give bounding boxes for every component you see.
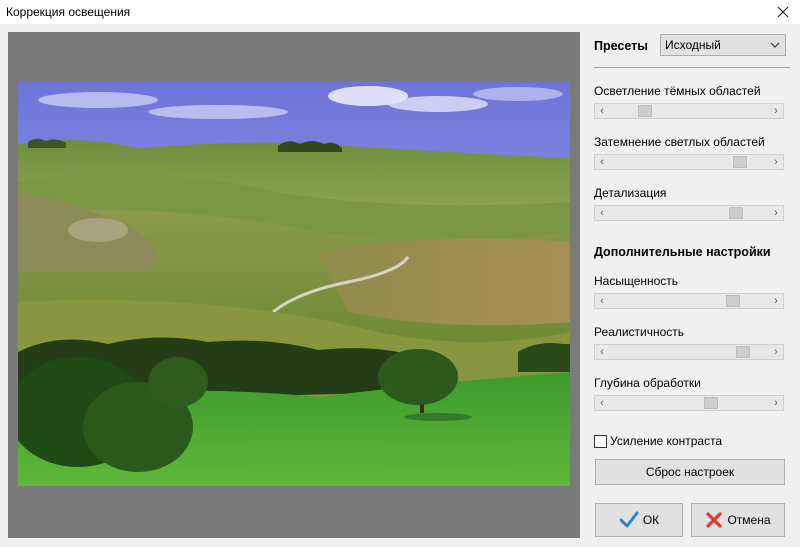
reset-settings-button[interactable]: Сброс настроек: [595, 459, 785, 485]
slider-depth[interactable]: ‹ ›: [594, 395, 784, 411]
contrast-checkbox[interactable]: [594, 434, 607, 448]
slider-thumb[interactable]: [638, 105, 652, 117]
scroll-right-icon[interactable]: ›: [769, 345, 783, 359]
slider-label-shadows: Осветление тёмных областей: [594, 84, 761, 98]
slider-thumb[interactable]: [729, 207, 743, 219]
slider-label-highlights: Затемнение светлых областей: [594, 135, 765, 149]
scroll-left-icon[interactable]: ‹: [595, 104, 609, 118]
scroll-left-icon[interactable]: ‹: [595, 155, 609, 169]
scroll-right-icon[interactable]: ›: [769, 206, 783, 220]
scroll-right-icon[interactable]: ›: [769, 396, 783, 410]
close-button[interactable]: [766, 0, 800, 24]
cancel-button[interactable]: Отмена: [691, 503, 785, 537]
slider-detail[interactable]: ‹ ›: [594, 205, 784, 221]
chevron-down-icon: [769, 38, 781, 52]
preset-selected-value: Исходный: [665, 38, 721, 52]
title-bar: Коррекция освещения: [0, 0, 800, 24]
window-title: Коррекция освещения: [6, 5, 131, 19]
slider-thumb[interactable]: [736, 346, 750, 358]
slider-saturation[interactable]: ‹ ›: [594, 293, 784, 309]
slider-label-depth: Глубина обработки: [594, 376, 701, 390]
preview-area: [8, 32, 580, 538]
cross-icon: [706, 512, 723, 528]
ok-button[interactable]: ОК: [595, 503, 683, 537]
contrast-checkbox-row[interactable]: Усиление контраста: [594, 434, 722, 448]
checkmark-icon: [619, 511, 639, 528]
scroll-left-icon[interactable]: ‹: [595, 396, 609, 410]
scroll-right-icon[interactable]: ›: [769, 155, 783, 169]
scroll-left-icon[interactable]: ‹: [595, 345, 609, 359]
scroll-left-icon[interactable]: ‹: [595, 206, 609, 220]
advanced-settings-title: Дополнительные настройки: [594, 245, 771, 259]
slider-thumb[interactable]: [704, 397, 718, 409]
slider-label-detail: Детализация: [594, 186, 667, 200]
divider: [594, 67, 790, 68]
reset-button-label: Сброс настроек: [645, 465, 735, 479]
settings-panel: Пресеты Исходный Осветление тёмных облас…: [594, 24, 790, 547]
close-icon: [777, 6, 789, 18]
dialog-body: Пресеты Исходный Осветление тёмных облас…: [0, 24, 800, 547]
contrast-checkbox-label: Усиление контраста: [610, 434, 723, 448]
scroll-right-icon[interactable]: ›: [769, 294, 783, 308]
slider-label-realism: Реалистичность: [594, 325, 685, 339]
presets-label: Пресеты: [594, 39, 648, 53]
preset-dropdown[interactable]: Исходный: [660, 34, 786, 56]
preview-photo: [18, 82, 570, 486]
slider-shadows[interactable]: ‹ ›: [594, 103, 784, 119]
ok-button-label: ОК: [642, 513, 660, 527]
scroll-left-icon[interactable]: ‹: [595, 294, 609, 308]
cancel-button-label: Отмена: [727, 513, 771, 527]
slider-realism[interactable]: ‹ ›: [594, 344, 784, 360]
slider-thumb[interactable]: [733, 156, 747, 168]
slider-label-saturation: Насыщенность: [594, 274, 679, 288]
slider-thumb[interactable]: [726, 295, 740, 307]
slider-highlights[interactable]: ‹ ›: [594, 154, 784, 170]
scroll-right-icon[interactable]: ›: [769, 104, 783, 118]
